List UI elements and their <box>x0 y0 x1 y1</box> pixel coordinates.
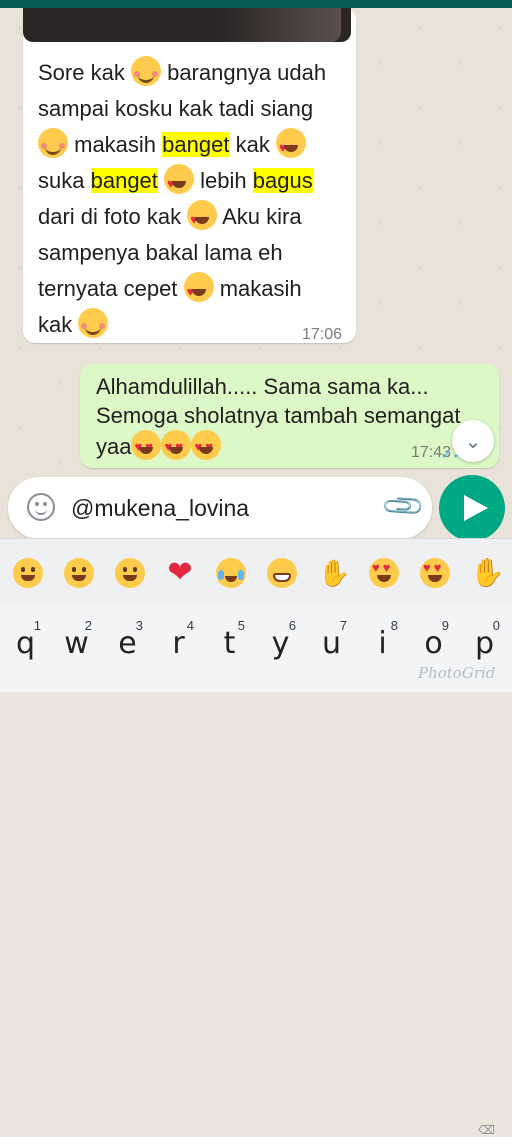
text-segment: ternyata cepet <box>38 276 178 301</box>
search-highlight: bagus <box>252 168 313 193</box>
keyboard: 1 q 2 w 3 e 4 r 5 t 6 y 7 u 8 i 9 o 0 p … <box>0 604 512 692</box>
key-label: u <box>321 626 341 661</box>
grinning-icon[interactable] <box>267 558 297 588</box>
send-button[interactable] <box>439 475 505 538</box>
key-label: o <box>424 626 443 661</box>
text-segment: barangnya udah <box>167 60 327 85</box>
text-segment: kak <box>235 132 270 157</box>
key-y[interactable]: 6 y <box>255 604 306 692</box>
smiling-blush-emoji-icon <box>130 56 161 86</box>
smile-icon[interactable] <box>115 558 145 588</box>
crying-icon[interactable] <box>216 558 246 588</box>
smiling-blush-emoji-icon <box>78 308 109 338</box>
pray-icon[interactable]: ✋ <box>318 558 350 588</box>
smiling-hearts-icon[interactable] <box>369 558 399 588</box>
watermark-text: PhotoGrid <box>418 664 496 682</box>
key-r[interactable]: 4 r <box>153 604 204 692</box>
key-e[interactable]: 3 e <box>102 604 153 692</box>
message-timestamp: 17:06 <box>301 326 342 343</box>
text-segment: Semoga sholatnya tambah semangat <box>96 403 461 428</box>
key-i[interactable]: 8 i <box>357 604 408 692</box>
key-label: q <box>15 626 36 661</box>
text-segment: Alhamdulillah..... Sama sama ka... <box>96 374 429 399</box>
heart-eyes-emoji-icon <box>275 128 306 166</box>
text-segment: sampai kosku kak tadi siang <box>38 96 314 121</box>
key-t[interactable]: 5 t <box>204 604 255 692</box>
text-segment: makasih <box>219 276 302 301</box>
heart-eyes-emoji-icon <box>183 272 214 310</box>
message-input[interactable]: @mukena_lovina <box>71 495 249 522</box>
red-heart-icon[interactable]: ❤ <box>165 558 195 588</box>
heart-eyes-emoji-icon <box>187 200 218 238</box>
image-preview-content <box>221 8 341 42</box>
key-label: t <box>223 626 236 661</box>
incoming-message-text: Sore kak barangnya udah sampai kosku kak… <box>38 55 343 343</box>
smiling-blush-emoji-icon <box>38 128 68 158</box>
text-segment: makasih <box>74 132 157 157</box>
heart-eyes-icon[interactable] <box>420 558 450 588</box>
key-q[interactable]: 1 q <box>0 604 51 692</box>
double-chevron-down-icon: ⌄ <box>464 430 482 453</box>
text-segment: Sore kak <box>38 60 125 85</box>
text-segment: dari di foto kak <box>38 204 182 229</box>
emoji-suggestion-bar: ❤ ✋ ✋ ⌫ <box>0 538 512 1137</box>
heart-eyes-emoji-icon <box>191 430 222 461</box>
incoming-message-bubble[interactable]: Sore kak barangnya udah sampai kosku kak… <box>23 8 356 343</box>
text-segment: lebih <box>200 168 247 193</box>
key-label: i <box>378 626 387 661</box>
heart-eyes-emoji-icon <box>131 430 162 461</box>
key-u[interactable]: 7 u <box>306 604 357 692</box>
key-label: w <box>64 626 89 661</box>
message-composer[interactable]: @mukena_lovina 📎 <box>8 477 432 538</box>
thumbs-up-icon[interactable]: ✋ <box>470 558 505 588</box>
key-w[interactable]: 2 w <box>51 604 102 692</box>
app-header-strip <box>0 0 512 8</box>
key-label: p <box>474 626 495 661</box>
joy-icon[interactable] <box>13 558 43 588</box>
heart-eyes-emoji-icon <box>161 430 192 461</box>
chat-area[interactable]: Sore kak barangnya udah sampai kosku kak… <box>0 8 512 538</box>
text-segment: kak <box>38 312 73 337</box>
text-segment: sampenya bakal lama eh <box>38 240 283 265</box>
heart-eyes-emoji-icon <box>164 164 195 202</box>
outgoing-message-bubble[interactable]: Alhamdulillah..... Sama sama ka... Semog… <box>80 364 499 468</box>
emoji-keyboard-icon[interactable] <box>27 493 55 521</box>
key-label: r <box>172 626 185 661</box>
search-highlight: banget <box>90 168 158 193</box>
key-label: y <box>271 626 290 661</box>
kissing-heart-icon[interactable] <box>64 558 94 588</box>
message-image-preview[interactable] <box>23 8 351 42</box>
text-segment: yaa <box>96 434 132 459</box>
text-segment: suka <box>38 168 85 193</box>
backspace-icon[interactable]: ⌫ <box>478 1123 504 1137</box>
key-label: e <box>118 626 137 661</box>
text-segment: Aku kira <box>222 204 302 229</box>
attach-paperclip-icon[interactable]: 📎 <box>380 483 427 530</box>
scroll-to-bottom-button[interactable]: ⌄ <box>452 420 494 462</box>
search-highlight: banget <box>162 132 230 157</box>
